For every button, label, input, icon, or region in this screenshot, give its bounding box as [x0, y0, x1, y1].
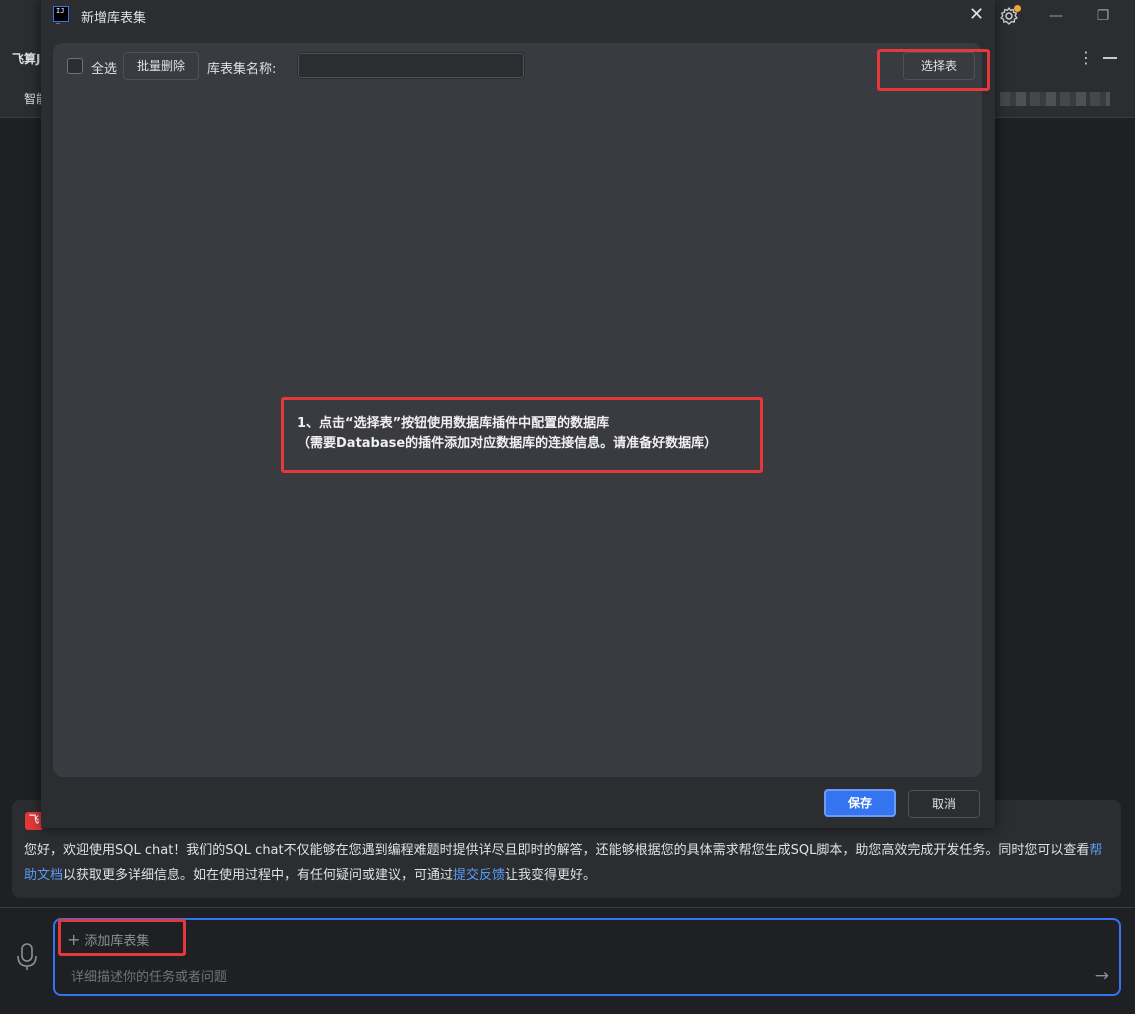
dialog-title: 新增库表集: [81, 11, 147, 26]
batch-delete-button[interactable]: 批量删除: [123, 52, 199, 80]
highlight-select-table: [877, 49, 990, 91]
annotation-text: 1、点击“选择表”按钮使用数据库插件中配置的数据库 （需要Database的插件…: [297, 414, 717, 454]
select-all-label[interactable]: 全选: [91, 58, 117, 77]
table-set-name-input[interactable]: [297, 52, 525, 79]
dialog-toolbar: 全选 批量删除 库表集名称: 选择表: [53, 43, 982, 88]
hide-panel-icon[interactable]: [1103, 57, 1117, 59]
save-button[interactable]: 保存: [824, 789, 896, 817]
chat-input-placeholder[interactable]: 详细描述你的任务或者问题: [71, 966, 227, 985]
cancel-button[interactable]: 取消: [908, 790, 980, 818]
divider: [0, 907, 1135, 908]
welcome-text: 您好，欢迎使用SQL chat！我们的SQL chat不仅能够在您遇到编程难题时…: [24, 843, 1103, 883]
more-options-icon[interactable]: ⋮: [1078, 48, 1094, 67]
send-arrow-icon[interactable]: →: [1095, 966, 1109, 986]
panel-title: 飞算J: [12, 52, 41, 66]
highlight-add-table-set: [58, 919, 186, 956]
annotation-line-1: 1、点击“选择表”按钮使用数据库插件中配置的数据库: [297, 416, 610, 431]
table-set-name-label: 库表集名称:: [207, 62, 277, 77]
notification-dot-icon: [1014, 5, 1021, 12]
feedback-link[interactable]: 提交反馈: [453, 868, 505, 883]
blurred-text: [1000, 92, 1110, 106]
chat-input-box[interactable]: + 添加库表集 详细描述你的任务或者问题 →: [53, 918, 1121, 996]
ide-app-icon: IJ _: [53, 6, 69, 24]
minimize-icon[interactable]: —: [1046, 6, 1066, 26]
restore-icon[interactable]: ❐: [1093, 6, 1113, 26]
gear-icon[interactable]: [998, 5, 1021, 27]
microphone-icon[interactable]: [16, 942, 38, 972]
annotation-line-2: （需要Database的插件添加对应数据库的连接信息。请准备好数据库）: [297, 436, 718, 451]
close-icon[interactable]: ✕: [969, 4, 984, 25]
select-all-checkbox[interactable]: [67, 58, 83, 74]
